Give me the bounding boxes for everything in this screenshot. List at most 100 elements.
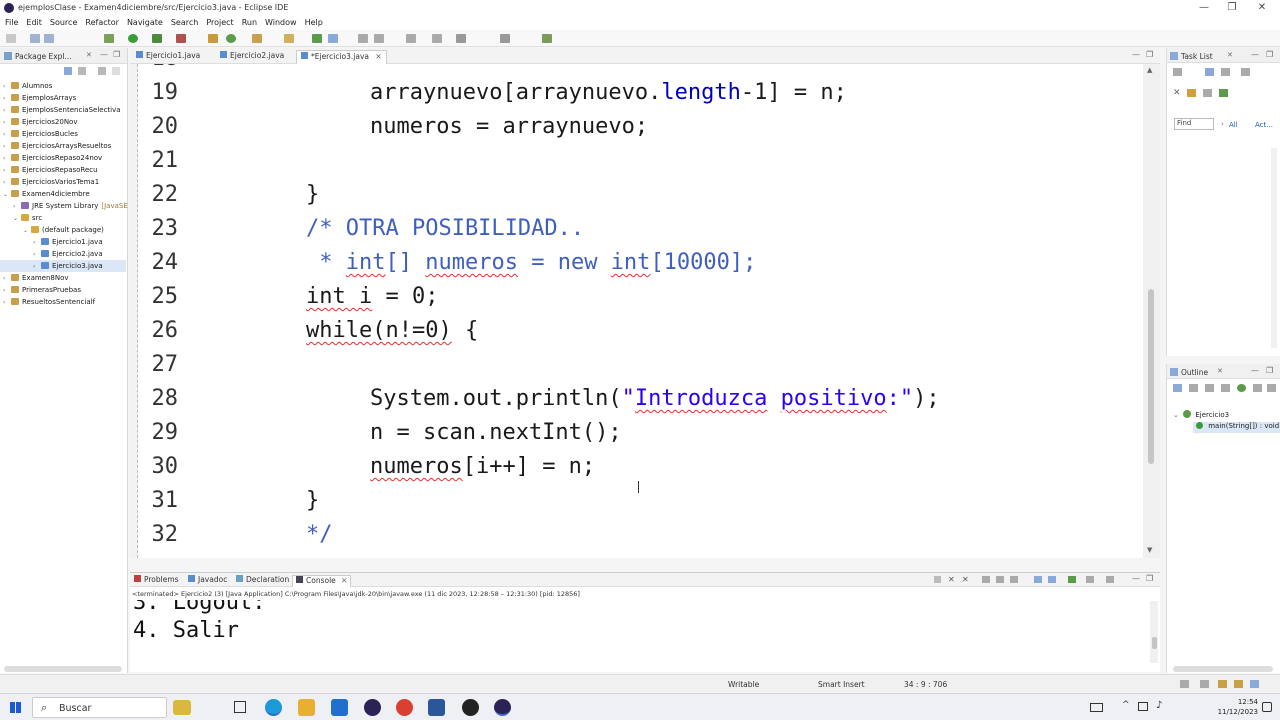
volume-icon[interactable]: ♪	[1156, 700, 1162, 711]
menu-project[interactable]: Project	[202, 16, 237, 27]
eclipse-taskbar-icon[interactable]	[364, 699, 381, 716]
close-icon[interactable]: ✕	[86, 51, 92, 59]
hide-static-icon[interactable]	[1221, 384, 1230, 392]
code-line[interactable]: numeros[i++] = n;	[370, 454, 595, 479]
maximize-view-icon[interactable]: ❐	[113, 50, 120, 59]
clear-console-icon[interactable]	[982, 576, 990, 583]
focus-icon[interactable]	[1221, 68, 1230, 76]
tab-javadoc[interactable]: Javadoc	[188, 575, 227, 584]
close-icon[interactable]: ✕	[1217, 367, 1223, 375]
code-line[interactable]: /* OTRA POSIBILIDAD..	[306, 216, 584, 241]
view-menu-icon[interactable]	[98, 67, 106, 75]
hide-nonpublic-icon[interactable]	[1237, 384, 1246, 392]
console-menu-icon[interactable]	[1086, 576, 1094, 583]
save-icon[interactable]	[30, 34, 40, 43]
network-icon[interactable]	[1138, 702, 1148, 711]
minimize-view-icon[interactable]: —	[1132, 50, 1140, 59]
annotation-icon[interactable]	[328, 34, 338, 43]
external-tools-icon[interactable]	[176, 34, 186, 43]
taskbar-search[interactable]: ⌕ Buscar	[32, 697, 191, 718]
tree-item[interactable]: › EjerciciosVariosTema1	[0, 176, 126, 188]
tree-item[interactable]: › Ejercicio2.java	[0, 248, 126, 260]
forward-icon[interactable]	[500, 34, 510, 43]
terminate-icon[interactable]	[934, 576, 941, 583]
close-tab-icon[interactable]: ✕	[375, 52, 381, 61]
hide-fields-icon[interactable]	[1205, 384, 1214, 392]
tree-item[interactable]: › PrimerasPruebas	[0, 284, 126, 296]
search-tool-icon[interactable]	[284, 34, 294, 43]
run-coverage-icon[interactable]	[152, 34, 162, 43]
tree-item[interactable]: › EjerciciosArraysResueltos	[0, 140, 126, 152]
collapsed-arrow-icon[interactable]: ›	[3, 297, 11, 309]
code-line[interactable]: * int[] numeros = new int[10000];	[306, 250, 756, 275]
keyboard-icon[interactable]	[1090, 703, 1103, 712]
menu-source[interactable]: Source	[46, 16, 81, 27]
scroll-down-icon[interactable]: ▼	[1147, 546, 1152, 554]
close-icon[interactable]: ✕	[1227, 51, 1233, 59]
filter-icon[interactable]	[1205, 68, 1214, 76]
view-menu-icon[interactable]	[1241, 68, 1250, 76]
toggle-mark-icon[interactable]	[312, 34, 322, 43]
minimize-view-icon[interactable]: —	[1251, 366, 1259, 375]
close-tab-icon[interactable]: ✕	[341, 576, 347, 585]
edge-icon[interactable]	[265, 699, 282, 716]
horizontal-scrollbar[interactable]	[4, 666, 122, 672]
back-icon[interactable]	[456, 34, 466, 43]
notifications-icon[interactable]	[1262, 702, 1272, 712]
eclipse-active-icon[interactable]	[494, 699, 511, 716]
synchronize-icon[interactable]	[1219, 89, 1228, 97]
hide-local-types-icon[interactable]	[1253, 384, 1262, 392]
new-class-icon[interactable]	[226, 34, 236, 43]
code-line[interactable]: }	[306, 182, 319, 207]
run-icon[interactable]	[128, 34, 138, 43]
tab-problems[interactable]: Problems	[134, 575, 179, 584]
console-vertical-scrollbar[interactable]	[1150, 601, 1158, 663]
tree-item[interactable]: › ResueltosSentencialf	[0, 296, 126, 308]
tab-declaration[interactable]: Declaration	[236, 575, 289, 584]
menu-navigate[interactable]: Navigate	[123, 16, 167, 27]
taskbar-clock[interactable]: 12:54 11/12/2023	[1218, 697, 1258, 717]
prev-annotation-icon[interactable]	[432, 34, 442, 43]
menu-help[interactable]: Help	[301, 16, 327, 27]
word-wrap-icon[interactable]	[1010, 576, 1018, 583]
code-line[interactable]: System.out.println("Introduzca positivo:…	[370, 386, 940, 411]
perspective-icon[interactable]	[542, 34, 552, 43]
mail-icon[interactable]	[331, 699, 348, 716]
menu-window[interactable]: Window	[261, 16, 301, 27]
menu-run[interactable]: Run	[238, 16, 261, 27]
tree-item[interactable]: › EjerciciosBucles	[0, 128, 126, 140]
next-annotation-icon[interactable]	[406, 34, 416, 43]
collapse-all-icon[interactable]	[1173, 384, 1182, 392]
new-task-icon[interactable]	[1173, 68, 1182, 76]
task-view-icon[interactable]	[234, 701, 246, 713]
code-line[interactable]: n = scan.nextInt();	[370, 420, 622, 445]
tree-item[interactable]: › EjerciciosRepaso24nov	[0, 152, 126, 164]
open-console-icon[interactable]	[1068, 576, 1076, 583]
collapse-all-icon[interactable]	[64, 67, 72, 75]
outline-horizontal-scrollbar[interactable]	[1173, 666, 1273, 672]
all-filter-link[interactable]: All	[1229, 121, 1238, 129]
file-explorer-icon[interactable]	[298, 699, 315, 716]
tree-item[interactable]: › Ejercicios20Nov	[0, 116, 126, 128]
tree-item[interactable]: › Examen8Nov	[0, 272, 126, 284]
tab-ejercicio1[interactable]: Ejercicio1.java	[136, 50, 200, 64]
categorize-icon[interactable]	[1187, 89, 1196, 97]
minimize-icon[interactable]	[112, 67, 120, 75]
block-select-icon[interactable]	[358, 34, 368, 43]
outline-view-menu-icon[interactable]	[1267, 384, 1276, 392]
debug-icon[interactable]	[104, 34, 114, 43]
scrollbar-thumb[interactable]	[1152, 637, 1157, 649]
tree-item[interactable]: ⌄ (default package)	[0, 224, 126, 236]
menu-search[interactable]: Search	[167, 16, 202, 27]
menu-file[interactable]: File	[0, 16, 22, 27]
new-console-icon[interactable]	[1106, 576, 1114, 583]
chrome-icon[interactable]	[396, 699, 413, 716]
link-editor-icon[interactable]	[78, 67, 86, 75]
tab-ejercicio3[interactable]: *Ejercicio3.java ✕	[296, 50, 387, 64]
open-type-icon[interactable]	[252, 34, 262, 43]
tray-expand-icon[interactable]: ^	[1122, 700, 1130, 710]
app-icon[interactable]	[462, 699, 479, 716]
scroll-lock-icon[interactable]	[996, 576, 1004, 583]
maximize-view-icon[interactable]: ❐	[1266, 366, 1273, 375]
maximize-view-icon[interactable]: ❐	[1146, 574, 1153, 583]
